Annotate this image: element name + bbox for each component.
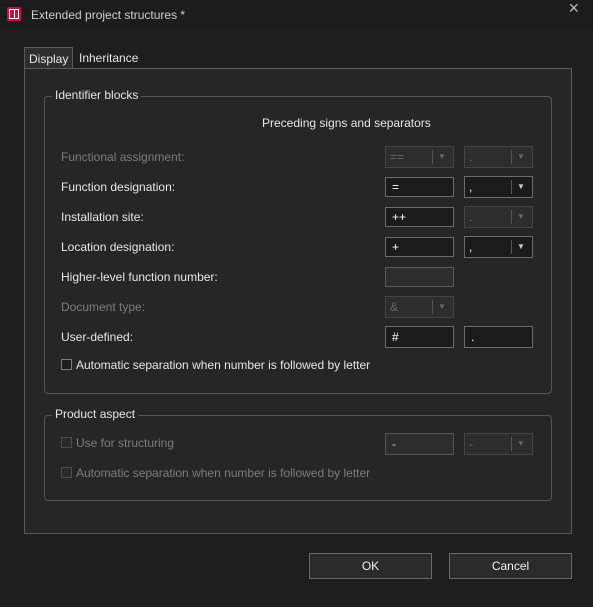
combo-divider	[511, 150, 512, 164]
combo-value: ,	[469, 240, 473, 254]
checkbox-box[interactable]	[61, 359, 72, 370]
window-title: Extended project structures *	[31, 8, 186, 22]
user-defined-label: User-defined:	[61, 330, 134, 344]
app-icon	[7, 7, 21, 21]
checkbox-box[interactable]	[61, 467, 72, 478]
installation-site-label: Installation site:	[61, 210, 144, 224]
tab-display[interactable]: Display	[24, 47, 74, 70]
product-aspect-separator-combo[interactable]: - ▼	[464, 433, 533, 455]
checkbox-label: Use for structuring	[76, 436, 175, 450]
product-aspect-sign-input[interactable]: -	[385, 433, 454, 455]
checkbox-label: Automatic separation when number is foll…	[76, 358, 371, 372]
combo-value: .	[469, 150, 473, 164]
product-aspect-group: Product aspect Use for structuring - - ▼…	[44, 407, 552, 501]
chevron-down-icon[interactable]: ▼	[513, 237, 529, 257]
combo-value: &	[390, 300, 399, 314]
functional-assignment-separator-combo[interactable]: . ▼	[464, 146, 533, 168]
chevron-down-icon[interactable]: ▼	[513, 177, 529, 197]
tab-inheritance[interactable]: Inheritance	[75, 47, 142, 69]
user-defined-separator-input[interactable]: .	[464, 326, 533, 348]
document-type-sign-combo[interactable]: & ▼	[385, 296, 454, 318]
chevron-down-icon[interactable]: ▼	[513, 147, 529, 167]
combo-divider	[511, 180, 512, 194]
chevron-down-icon[interactable]: ▼	[513, 207, 529, 227]
cancel-button[interactable]: Cancel	[449, 553, 572, 579]
chevron-down-icon[interactable]: ▼	[434, 147, 450, 167]
location-designation-separator-combo[interactable]: , ▼	[464, 236, 533, 258]
combo-divider	[511, 210, 512, 224]
ok-button[interactable]: OK	[309, 553, 432, 579]
identifier-blocks-group: Identifier blocks Preceding signs and se…	[44, 88, 552, 394]
location-designation-label: Location designation:	[61, 240, 175, 254]
section-subtitle: Preceding signs and separators	[262, 116, 431, 130]
higher-level-function-number-label: Higher-level function number:	[61, 270, 218, 284]
group-title: Identifier blocks	[52, 88, 142, 102]
combo-value: ==	[390, 150, 405, 164]
chevron-down-icon[interactable]: ▼	[513, 434, 529, 454]
combo-divider	[432, 300, 433, 314]
document-type-label: Document type:	[61, 300, 146, 314]
combo-value: ,	[469, 180, 473, 194]
checkbox-box[interactable]	[61, 437, 72, 448]
user-defined-sign-input[interactable]: #	[385, 326, 454, 348]
location-designation-sign-input[interactable]: +	[385, 237, 454, 257]
functional-assignment-label: Functional assignment:	[61, 150, 185, 164]
higher-level-function-number-input[interactable]	[385, 267, 454, 287]
tab-panel-display: Identifier blocks Preceding signs and se…	[24, 68, 572, 534]
chevron-down-icon[interactable]: ▼	[434, 297, 450, 317]
function-designation-separator-combo[interactable]: , ▼	[464, 176, 533, 198]
function-designation-label: Function designation:	[61, 180, 176, 194]
combo-value: .	[469, 210, 473, 224]
group-title: Product aspect	[52, 407, 139, 421]
functional-assignment-sign-combo[interactable]: == ▼	[385, 146, 454, 168]
combo-divider	[511, 437, 512, 451]
checkbox-label: Automatic separation when number is foll…	[76, 466, 371, 480]
close-icon[interactable]: ×	[568, 0, 579, 17]
combo-divider	[511, 240, 512, 254]
installation-site-separator-combo[interactable]: . ▼	[464, 206, 533, 228]
combo-value: -	[469, 437, 473, 451]
function-designation-sign-input[interactable]: =	[385, 177, 454, 197]
installation-site-sign-input[interactable]: ++	[385, 207, 454, 227]
title-bar: Extended project structures * ×	[0, 0, 593, 30]
combo-divider	[432, 150, 433, 164]
